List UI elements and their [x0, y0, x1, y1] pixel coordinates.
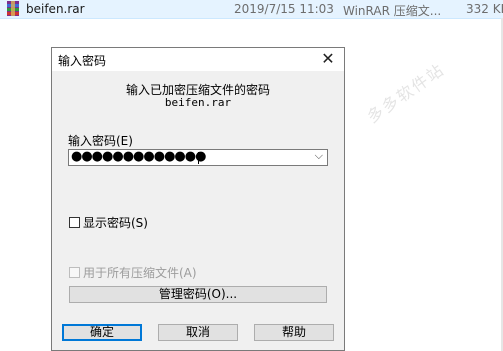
rar-archive-icon	[7, 1, 19, 16]
file-name: beifen.rar	[26, 2, 85, 16]
password-label: 输入密码(E)	[68, 134, 133, 148]
dialog-titlebar[interactable]: 输入密码 ✕	[52, 48, 344, 71]
help-button[interactable]: 帮助	[254, 324, 334, 341]
chevron-down-icon[interactable]: ⌵	[315, 149, 323, 163]
watermark: 多多软件站	[363, 59, 449, 127]
show-password-checkbox[interactable]	[69, 217, 80, 228]
ok-button[interactable]: 确定	[62, 324, 142, 341]
use-for-all-checkbox[interactable]	[69, 267, 80, 278]
file-size: 332 KB	[466, 2, 503, 16]
password-input[interactable]: ●●●●●●●●●●●●● ⌵	[68, 149, 328, 166]
archive-name: beifen.rar	[164, 96, 232, 109]
file-date: 2019/7/15 11:03	[234, 2, 334, 16]
dialog-title: 输入密码	[58, 54, 107, 68]
text-caret	[198, 152, 199, 164]
show-password-label[interactable]: 显示密码(S)	[83, 214, 148, 231]
file-list-row[interactable]: beifen.rar 2019/7/15 11:03 WinRAR 压缩文...…	[0, 0, 503, 19]
password-value: ●●●●●●●●●●●●●	[71, 149, 206, 164]
password-dialog: 输入密码 ✕ 输入已加密压缩文件的密码 beifen.rar 输入密码(E) ●…	[51, 47, 345, 351]
manage-passwords-button[interactable]: 管理密码(O)...	[69, 286, 327, 303]
use-for-all-label: 用于所有压缩文件(A)	[83, 266, 197, 280]
cancel-button[interactable]: 取消	[158, 324, 238, 341]
close-icon[interactable]: ✕	[318, 49, 338, 69]
file-type: WinRAR 压缩文...	[343, 4, 442, 18]
